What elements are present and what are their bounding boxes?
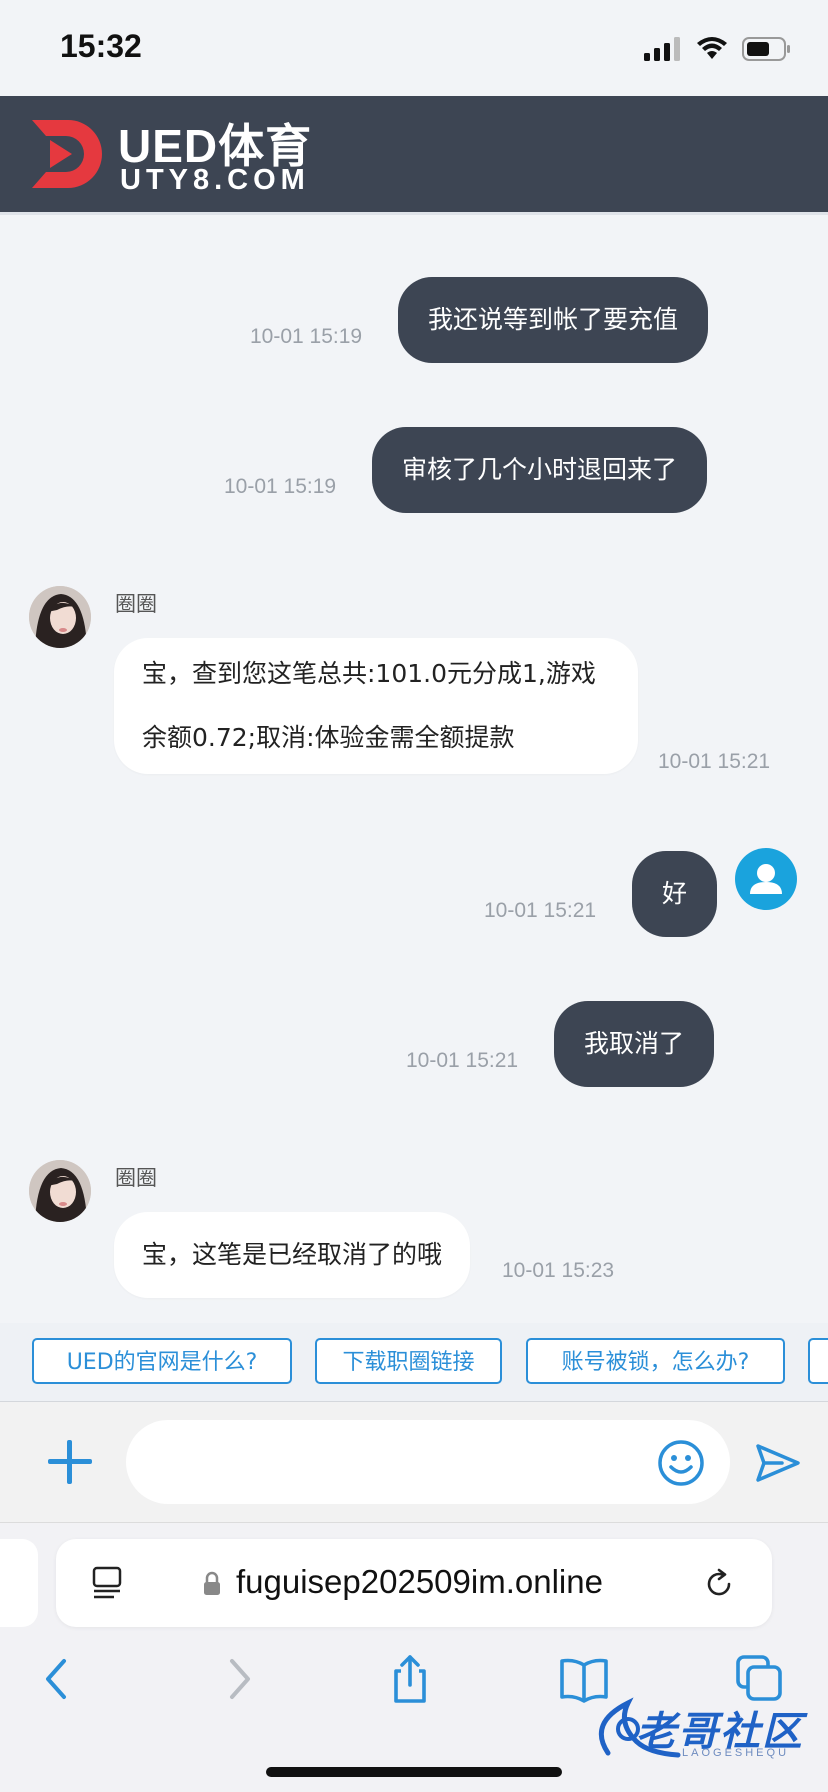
quick-reply-chip[interactable]: UED的官网是什么? [32,1338,292,1384]
address-bar[interactable]: fuguisep202509im.online [56,1539,772,1627]
incoming-message[interactable]: 宝，这笔是已经取消了的哦 [114,1212,471,1298]
reader-icon[interactable] [90,1565,126,1601]
outgoing-message[interactable]: 我取消了 [554,1001,715,1087]
user-icon [750,864,782,894]
quick-reply-chip[interactable]: 下载职圈链接 [315,1338,502,1384]
home-indicator[interactable] [266,1767,562,1777]
agent-name: 圈圈 [115,592,157,616]
message-timestamp: 10-01 15:21 [406,1049,519,1072]
incoming-message[interactable]: 宝，查到您这笔总共:101.0元分成1,游戏 余额0.72;取消:体验金需全额提… [114,638,638,774]
message-timestamp: 10-01 15:19 [224,475,337,498]
quick-reply-bar: UED的官网是什么? 下载职圈链接 账号被锁，怎么办? [0,1323,828,1402]
plus-icon[interactable] [44,1436,96,1488]
emoji-icon[interactable] [656,1438,706,1488]
message-timestamp: 10-01 15:23 [502,1259,615,1282]
user-avatar[interactable] [735,848,797,910]
message-timestamp: 10-01 15:21 [658,750,771,773]
agent-name: 圈圈 [115,1166,157,1190]
lock-icon [204,1571,220,1595]
signal-icon [644,37,680,61]
agent-avatar-image [29,1160,91,1222]
previous-tab-preview[interactable] [0,1539,38,1627]
message-timestamp: 10-01 15:19 [250,325,363,348]
logo-icon [32,120,102,188]
status-icons [644,34,792,64]
chat-area[interactable]: 我还说等到帐了要充值 10-01 15:19 审核了几个小时退回来了 10-01… [0,215,828,1323]
message-timestamp: 10-01 15:21 [484,899,597,922]
message-line: 宝，这笔是已经取消了的哦 [142,1240,443,1269]
browser-toolbar: fuguisep202509im.online 老哥社区 LAOGESHEQU [0,1523,828,1792]
status-time: 15:32 [60,28,142,64]
quick-reply-chip[interactable]: 账号被锁，怎么办? [526,1338,785,1384]
battery-icon [742,37,790,61]
message-line: 余额0.72;取消:体验金需全额提款 [142,723,515,752]
reload-icon[interactable] [702,1567,736,1601]
send-icon[interactable] [752,1438,802,1488]
app-header: UED体育 UTY8.COM [0,96,828,212]
quick-reply-chip-partial[interactable] [808,1338,828,1384]
brand-subtitle: UTY8.COM [120,164,310,196]
wifi-icon [697,37,727,59]
share-icon[interactable] [382,1651,438,1707]
status-bar: 15:32 [0,0,828,96]
agent-avatar-image [29,586,91,648]
message-line: 宝，查到您这笔总共:101.0元分成1,游戏 [142,659,596,688]
outgoing-message[interactable]: 审核了几个小时退回来了 [372,427,708,513]
url-text: fuguisep202509im.online [236,1563,603,1600]
back-icon[interactable] [30,1651,86,1707]
message-input[interactable] [126,1420,730,1504]
agent-avatar[interactable] [29,1160,91,1222]
watermark-subtext: LAOGESHEQU [682,1747,790,1759]
outgoing-message[interactable]: 好 [632,851,718,937]
forward-icon[interactable] [210,1651,266,1707]
message-input-bar [0,1402,828,1523]
agent-avatar[interactable] [29,586,91,648]
outgoing-message[interactable]: 我还说等到帐了要充值 [398,277,709,363]
